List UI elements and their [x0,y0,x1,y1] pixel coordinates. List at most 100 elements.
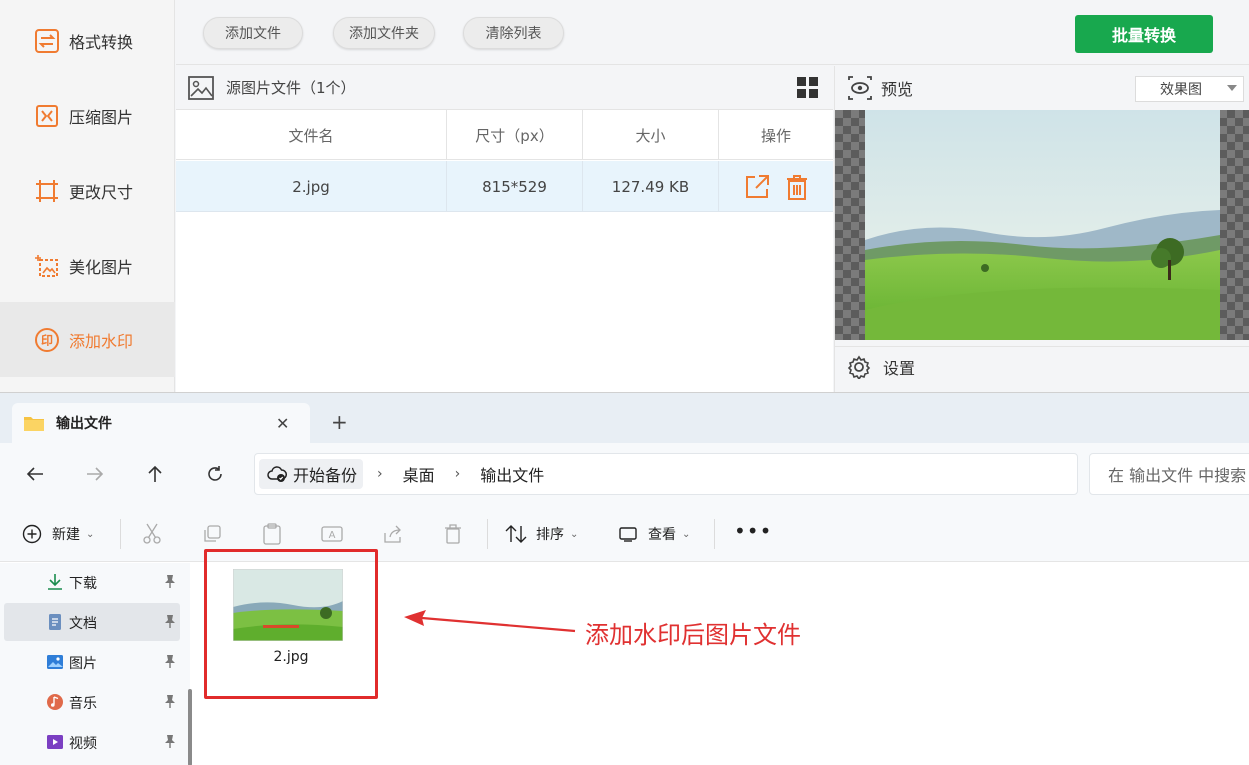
pin-icon[interactable] [164,694,176,708]
new-button[interactable]: 新建 ⌄ [22,517,94,551]
nav-item-label: 视频 [69,736,97,752]
explorer-tab-bar: 输出文件 ✕ + [0,393,1249,443]
add-folder-button[interactable]: 添加文件夹 [333,17,435,49]
beautify-icon [33,252,61,280]
nav-item-downloads[interactable]: 下载 [4,563,180,601]
annotation-arrow [404,610,576,633]
pin-icon[interactable] [164,614,176,628]
sidebar-item-label: 压缩图片 [69,107,134,127]
column-header-filename: 文件名 [176,110,447,160]
grid-view-icon[interactable] [796,76,820,100]
up-icon[interactable] [140,459,170,489]
file-actions-cell [719,161,833,212]
command-bar: 新建 ⌄ A 排序 ⌄ 查看 ⌄ ••• [0,505,1249,562]
nav-item-label: 下载 [69,576,97,592]
explorer-tab[interactable]: 输出文件 ✕ [12,403,310,443]
breadcrumb-root[interactable]: 开始备份 [259,459,364,489]
sidebar-item-label: 更改尺寸 [69,182,134,202]
copy-icon[interactable] [200,522,224,546]
delete-icon[interactable] [786,174,808,200]
file-panel-header: 源图片文件（1个） [176,66,833,110]
open-external-icon[interactable] [744,174,770,200]
sort-icon [505,525,527,543]
divider [714,519,715,549]
preview-mode-value: 效果图 [1160,82,1202,98]
rename-icon[interactable]: A [320,522,344,546]
pin-icon[interactable] [164,574,176,588]
file-size-cell: 127.49 KB [583,161,719,212]
document-icon [49,614,61,630]
file-name-cell: 2.jpg [176,161,447,212]
settings-header[interactable]: 设置 [835,346,1249,386]
close-tab-icon[interactable]: ✕ [276,414,289,433]
clear-list-button[interactable]: 清除列表 [463,17,564,49]
column-header-actions: 操作 [760,126,791,145]
folder-icon [24,415,44,431]
chevron-down-icon: ⌄ [682,528,691,540]
nav-item-videos[interactable]: 视频 [4,723,180,761]
sidebar-item-compress[interactable]: 压缩图片 [0,78,175,153]
back-icon[interactable] [20,459,50,489]
cut-icon[interactable] [140,522,164,546]
preview-eye-icon [847,76,873,100]
view-button[interactable]: 查看 ⌄ [618,517,690,551]
sidebar-item-watermark[interactable]: 印 添加水印 [0,302,175,377]
divider [487,519,488,549]
sidebar-item-label: 添加水印 [69,331,134,351]
share-icon[interactable] [381,522,405,546]
forward-icon[interactable] [80,459,110,489]
video-icon [47,735,63,749]
navpane-scrollbar[interactable] [188,689,192,765]
more-options-icon[interactable]: ••• [734,519,772,543]
resize-icon [33,177,61,205]
svg-text:A: A [329,530,336,541]
breadcrumb[interactable]: 开始备份 › 桌面 › 输出文件 [254,453,1078,495]
breadcrumb-chevron-icon: › [377,466,383,482]
download-icon [48,574,62,590]
music-icon [47,694,63,710]
file-item[interactable]: 2.jpg [204,549,378,699]
sidebar-item-format-convert[interactable]: 格式转换 [0,3,175,78]
plus-circle-icon [22,524,42,544]
landscape-preview-image [865,110,1220,340]
breadcrumb-item-output[interactable]: 输出文件 [472,462,552,486]
nav-item-label: 音乐 [69,696,97,712]
batch-convert-button[interactable]: 批量转换 [1075,15,1213,53]
sidebar-item-resize[interactable]: 更改尺寸 [0,153,175,228]
new-tab-icon[interactable]: + [331,412,348,432]
add-file-button[interactable]: 添加文件 [203,17,303,49]
pictures-icon [47,655,63,669]
breadcrumb-item-backup: 开始备份 [293,466,358,485]
sidebar-item-beautify[interactable]: 美化图片 [0,228,175,303]
sort-button[interactable]: 排序 ⌄ [505,517,578,551]
paste-icon[interactable] [260,522,284,546]
column-header-dimensions: 尺寸（px） [447,110,583,160]
pin-icon[interactable] [164,654,176,668]
preview-canvas [835,110,1249,340]
breadcrumb-item-desktop[interactable]: 桌面 [395,462,443,486]
address-bar: 开始备份 › 桌面 › 输出文件 在 输出文件 中搜索 [0,443,1249,505]
pin-icon[interactable] [164,734,176,748]
sidebar-item-label: 美化图片 [69,257,134,277]
view-icon [619,527,637,542]
format-convert-icon [33,27,61,55]
file-explorer-window: 输出文件 ✕ + 开始备份 › 桌面 › 输出文件 在 输出文件 中搜索 新建 … [0,392,1249,765]
watermark-icon: 印 [33,326,61,354]
new-button-label: 新建 [52,527,80,543]
nav-item-pictures[interactable]: 图片 [4,643,180,681]
screenshot-stage: 格式转换 压缩图片 更改尺寸 美化图片 印 添加水印 添加文件 添加文件夹 清除… [0,0,1249,765]
file-panel-title: 源图片文件（1个） [226,79,356,97]
refresh-icon[interactable] [200,459,230,489]
nav-item-label: 图片 [69,656,97,672]
delete-icon[interactable] [441,522,465,546]
table-row[interactable]: 2.jpg 815*529 127.49 KB [176,161,833,212]
svg-text:印: 印 [41,333,53,347]
source-file-panel: 源图片文件（1个） 文件名 尺寸（px） 大小 操作 2.jpg 815*529… [176,66,833,392]
preview-mode-select[interactable]: 效果图 [1135,76,1244,102]
nav-item-music[interactable]: 音乐 [4,683,180,721]
image-converter-app: 格式转换 压缩图片 更改尺寸 美化图片 印 添加水印 添加文件 添加文件夹 清除… [0,0,1249,392]
search-input[interactable]: 在 输出文件 中搜索 [1089,453,1249,495]
settings-title: 设置 [883,358,916,378]
image-icon [188,75,214,100]
nav-item-documents[interactable]: 文档 [4,603,180,641]
